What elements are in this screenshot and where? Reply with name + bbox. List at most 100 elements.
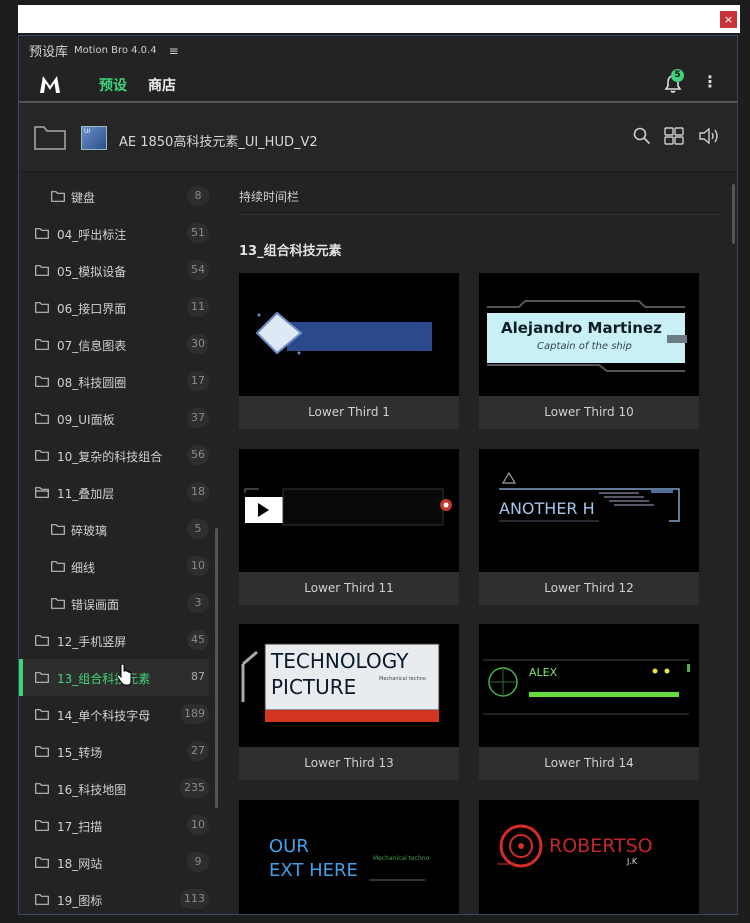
preview-graphic: TECHNOLOGY PICTURE Mechanical techno <box>241 643 440 722</box>
preset-card-caption: Lower Third 11 <box>304 581 394 595</box>
path-bar: UI AE 1850高科技元素_UI_HUD_V2 <box>19 104 737 172</box>
preview-lower-third-13: TECHNOLOGY PICTURE Mechanical techno <box>239 624 459 747</box>
preview-graphic <box>244 488 452 526</box>
sidebar-item-count: 11 <box>187 297 209 317</box>
sidebar-item-count: 45 <box>187 630 209 650</box>
close-button[interactable]: × <box>720 11 737 28</box>
duration-bar-label: 持续时间栏 <box>239 190 300 204</box>
sidebar-item-error-screens[interactable]: 错误画面 3 <box>19 585 209 622</box>
preset-name: AE 1850高科技元素_UI_HUD_V2 <box>119 135 318 150</box>
sidebar-item-count: 87 <box>191 670 205 683</box>
sidebar-item-count: 37 <box>187 408 209 428</box>
sidebar-item-count: 189 <box>180 704 209 724</box>
folder-icon[interactable] <box>34 124 66 150</box>
preset-card-lower-third-10[interactable]: Alejandro Martinez Captain of the ship L… <box>479 273 699 429</box>
preset-card-7[interactable]: OUR EXT HERE Mechanical techno <box>239 800 459 914</box>
folder-icon <box>35 820 49 831</box>
sidebar-item-label: 16_科技地图 <box>57 783 127 797</box>
preview-name-text: ROBERTSO <box>549 835 653 857</box>
sidebar-item-icons[interactable]: 19_图标 113 <box>19 881 209 914</box>
folder-icon <box>51 524 65 535</box>
sidebar-item-tech-circles[interactable]: 08_科技圆圈 17 <box>19 363 209 400</box>
sidebar-item-overlays[interactable]: 11_叠加层 18 <box>19 474 209 511</box>
preset-card-caption: Lower Third 1 <box>308 405 390 419</box>
sidebar-item-count: 9 <box>187 852 209 872</box>
tab-presets[interactable]: 预设 <box>99 75 127 95</box>
sidebar-item-analog-devices[interactable]: 05_模拟设备 54 <box>19 252 209 289</box>
preview-subtitle-text: J.K <box>626 857 638 866</box>
preset-card-caption: Lower Third 12 <box>544 581 634 595</box>
sidebar-scrollbar[interactable] <box>215 528 218 808</box>
section-divider <box>239 214 719 215</box>
folder-icon <box>51 191 65 202</box>
preview-small-text: Mechanical techno <box>379 676 426 682</box>
sidebar-item-count: 5 <box>187 519 209 539</box>
preset-card-8[interactable]: ROBERTSO J.K <box>479 800 699 914</box>
sidebar-item-label: 14_单个科技字母 <box>57 709 151 723</box>
preview-graphic: OUR EXT HERE Mechanical techno <box>269 836 430 881</box>
preview-card-7: OUR EXT HERE Mechanical techno <box>239 800 459 914</box>
preset-card-caption: Lower Third 10 <box>544 405 634 419</box>
sidebar-item-scan[interactable]: 17_扫描 10 <box>19 807 209 844</box>
preview-card-8: ROBERTSO J.K <box>479 800 699 914</box>
panel-menu-icon[interactable]: ≡ <box>169 44 179 58</box>
panel-title-text: 预设库 <box>29 45 69 60</box>
preview-line1-text: TECHNOLOGY <box>270 649 409 673</box>
preview-line1-text: OUR <box>269 836 309 857</box>
sidebar-item-thin-lines[interactable]: 细线 10 <box>19 548 209 585</box>
sidebar-item-tech-maps[interactable]: 16_科技地图 235 <box>19 770 209 807</box>
folder-icon <box>35 894 49 905</box>
sidebar-item-keyboard[interactable]: 键盘 8 <box>19 178 209 215</box>
sidebar-item-websites[interactable]: 18_网站 9 <box>19 844 209 881</box>
sidebar-item-label: 13_组合科技元素 <box>57 672 151 686</box>
preset-card-lower-third-14[interactable]: ALEX Lower Third 14 <box>479 624 699 780</box>
volume-icon[interactable] <box>698 127 720 145</box>
preset-card-lower-third-13[interactable]: TECHNOLOGY PICTURE Mechanical techno Low… <box>239 624 459 780</box>
motion-bro-logo-icon[interactable] <box>39 74 61 94</box>
sidebar-item-interfaces[interactable]: 06_接口界面 11 <box>19 289 209 326</box>
preview-lower-third-12: ANOTHER H <box>479 449 699 572</box>
preview-line2-text: EXT HERE <box>269 860 358 881</box>
sidebar-item-combo-tech-elements[interactable]: 13_组合科技元素 87 <box>19 659 209 696</box>
preset-library-panel: 预设库 Motion Bro 4.0.4 ≡ 预设 商店 5 ⋮ UI AE 1… <box>18 35 738 915</box>
preview-headline-text: ANOTHER H <box>499 499 595 518</box>
folder-icon <box>35 302 49 313</box>
sidebar-item-single-tech-letters[interactable]: 14_单个科技字母 189 <box>19 696 209 733</box>
sidebar-item-callouts[interactable]: 04_呼出标注 51 <box>19 215 209 252</box>
app-version: Motion Bro 4.0.4 <box>74 45 157 56</box>
folder-icon <box>35 413 49 424</box>
preview-subtitle-text: Captain of the ship <box>537 341 632 352</box>
preview-graphic: ALEX <box>483 659 690 715</box>
preset-card-caption: Lower Third 14 <box>544 756 634 770</box>
preset-card-lower-third-11[interactable]: Lower Third 11 <box>239 449 459 605</box>
more-options-icon[interactable]: ⋮ <box>702 73 718 91</box>
folder-icon <box>35 265 49 276</box>
grid-view-icon[interactable] <box>664 127 684 145</box>
sidebar-item-label: 12_手机竖屏 <box>57 635 127 649</box>
preview-graphic: ROBERTSO J.K <box>497 824 653 868</box>
sidebar-item-label: 18_网站 <box>57 857 103 871</box>
tab-store[interactable]: 商店 <box>148 75 176 95</box>
sidebar-item-infographics[interactable]: 07_信息图表 30 <box>19 326 209 363</box>
folder-icon <box>51 561 65 572</box>
content-scrollbar[interactable] <box>732 184 735 244</box>
sidebar-item-count: 3 <box>187 593 209 613</box>
preview-graphic <box>255 311 432 355</box>
preview-lower-third-10: Alejandro Martinez Captain of the ship <box>479 273 699 396</box>
sidebar-item-broken-glass[interactable]: 碎玻璃 5 <box>19 511 209 548</box>
search-icon[interactable] <box>633 127 651 145</box>
preview-graphic: ANOTHER H <box>499 471 680 522</box>
sidebar-item-label: 细线 <box>71 561 96 575</box>
sidebar-item-label: 05_模拟设备 <box>57 265 127 279</box>
header-divider <box>19 101 737 103</box>
preset-card-lower-third-12[interactable]: ANOTHER H Lower Third 12 <box>479 449 699 605</box>
sidebar-item-label: 06_接口界面 <box>57 302 127 316</box>
sidebar-item-label: 10_复杂的科技组合 <box>57 450 163 464</box>
sidebar-item-mobile-portrait[interactable]: 12_手机竖屏 45 <box>19 622 209 659</box>
notification-badge: 5 <box>671 69 684 82</box>
sidebar-item-ui-panels[interactable]: 09_UI面板 37 <box>19 400 209 437</box>
sidebar-item-transitions[interactable]: 15_转场 27 <box>19 733 209 770</box>
sidebar-item-count: 27 <box>187 741 209 761</box>
preset-card-lower-third-1[interactable]: Lower Third 1 <box>239 273 459 429</box>
sidebar-item-complex-combos[interactable]: 10_复杂的科技组合 56 <box>19 437 209 474</box>
